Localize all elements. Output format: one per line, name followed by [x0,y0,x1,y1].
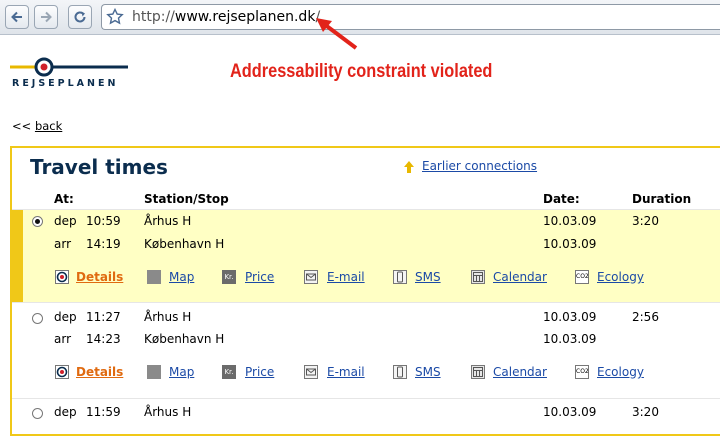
reload-button[interactable] [68,5,92,29]
arrow-right-icon [41,11,52,23]
calendar-link[interactable]: Calendar [493,270,547,284]
price-link[interactable]: Price [245,365,274,379]
dep-station: Århus H [144,405,192,419]
dep-time: 11:59 [86,405,121,419]
price-icon[interactable]: Kr. [222,270,236,284]
arr-station: København H [144,237,225,251]
header-date: Date: [543,192,580,206]
email-link[interactable]: E-mail [327,270,365,284]
dep-label: dep [54,405,77,419]
page-title: Travel times [30,155,168,179]
phone-icon[interactable] [393,270,407,284]
bookmark-star-icon[interactable] [106,8,124,26]
dep-station: Århus H [144,310,192,324]
sms-link[interactable]: SMS [415,270,441,284]
co2-icon[interactable]: CO2 [575,365,589,379]
map-icon[interactable] [147,270,161,284]
arr-label: arr [54,332,72,346]
details-icon[interactable] [55,270,69,284]
annotation-arrow-icon [316,18,358,50]
arrow-up-icon [404,161,414,173]
annotation-label: Addressability constraint violated [230,61,493,82]
price-link[interactable]: Price [245,270,274,284]
address-bar[interactable]: http://www.rejseplanen.dk/ [101,4,720,30]
url-domain: www.rejseplanen.dk [174,9,316,25]
arr-station: København H [144,332,225,346]
dep-time: 10:59 [86,214,121,228]
details-link[interactable]: Details [76,270,123,284]
header-at: At: [54,192,74,206]
reload-icon [74,11,86,23]
back-link[interactable]: back [35,119,62,133]
duration: 3:20 [632,405,659,419]
map-link[interactable]: Map [169,365,194,379]
price-icon[interactable]: Kr. [222,365,236,379]
map-icon[interactable] [147,365,161,379]
details-icon[interactable] [55,365,69,379]
arr-label: arr [54,237,72,251]
header-duration: Duration [632,192,692,206]
earlier-connections-link[interactable]: Earlier connections [422,159,537,173]
phone-icon[interactable] [393,365,407,379]
ecology-link[interactable]: Ecology [597,365,644,379]
dep-date: 10.03.09 [543,310,597,324]
duration: 3:20 [632,214,659,228]
arr-date: 10.03.09 [543,237,597,251]
dep-date: 10.03.09 [543,214,597,228]
logo-text: REJSEPLANEN [12,78,119,89]
calendar-icon[interactable] [471,270,485,284]
dep-label: dep [54,214,77,228]
dep-station: Århus H [144,214,192,228]
url-prefix: http:// [132,9,175,25]
duration: 2:56 [632,310,659,324]
back-prefix: << [12,119,35,133]
url-text[interactable]: http://www.rejseplanen.dk/ [132,9,320,25]
co2-icon[interactable]: CO2 [575,270,589,284]
back-link-container: << back [12,119,62,133]
map-link[interactable]: Map [169,270,194,284]
connection-radio[interactable] [32,313,43,324]
dep-label: dep [54,310,77,324]
dep-time: 11:27 [86,310,121,324]
header-station: Station/Stop [144,192,229,206]
calendar-link[interactable]: Calendar [493,365,547,379]
arr-time: 14:19 [86,237,121,251]
arr-time: 14:23 [86,332,121,346]
earlier-connections-container: Earlier connections [422,159,537,173]
connection-radio[interactable] [32,216,43,227]
rejseplanen-logo [10,57,128,77]
dep-date: 10.03.09 [543,405,597,419]
connection-radio[interactable] [32,408,43,419]
ecology-link[interactable]: Ecology [597,270,644,284]
back-button[interactable] [5,5,29,29]
sms-link[interactable]: SMS [415,365,441,379]
calendar-icon[interactable] [471,365,485,379]
forward-button[interactable] [34,5,58,29]
selected-indicator [12,210,23,302]
details-link[interactable]: Details [76,365,123,379]
email-link[interactable]: E-mail [327,365,365,379]
email-icon[interactable] [304,270,318,284]
email-icon[interactable] [304,365,318,379]
arr-date: 10.03.09 [543,332,597,346]
arrow-left-icon [11,11,22,23]
